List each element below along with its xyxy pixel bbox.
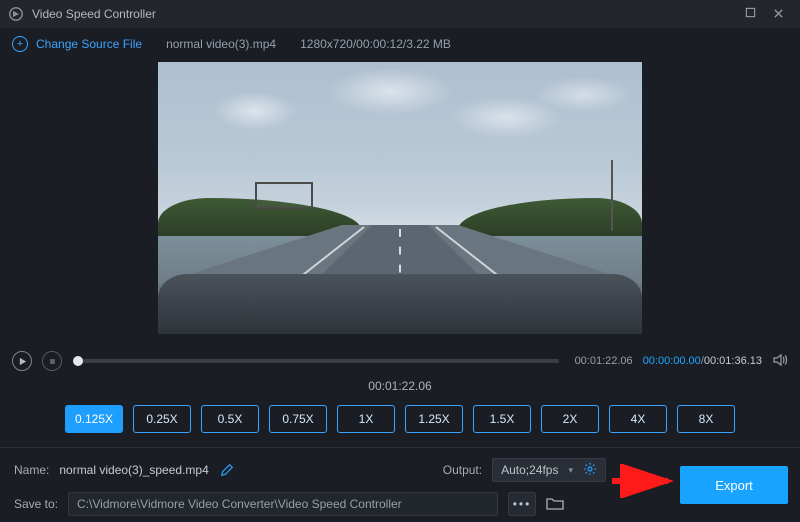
app-logo-icon [8, 6, 24, 22]
window-title: Video Speed Controller [32, 7, 736, 21]
source-fileinfo: 1280x720/00:00:12/3.22 MB [300, 37, 451, 51]
speed-0-5x[interactable]: 0.5X [201, 405, 259, 433]
seek-knob[interactable] [73, 356, 83, 366]
speed-4x[interactable]: 4X [609, 405, 667, 433]
source-bar: + Change Source File normal video(3).mp4… [0, 28, 800, 60]
output-format-value: Auto;24fps [501, 463, 558, 477]
time-current: 00:01:22.06 [575, 355, 633, 367]
speed-1x[interactable]: 1X [337, 405, 395, 433]
plus-circle-icon: + [12, 36, 28, 52]
chevron-down-icon: ▾ [568, 465, 573, 476]
video-preview[interactable] [158, 62, 642, 334]
rename-button[interactable] [219, 462, 235, 478]
time-total: 00:01:36.13 [704, 355, 762, 367]
open-folder-button[interactable] [546, 496, 566, 513]
source-filename: normal video(3).mp4 [166, 37, 276, 51]
speed-0-25x[interactable]: 0.25X [133, 405, 191, 433]
browse-more-button[interactable]: ••• [508, 492, 536, 516]
volume-icon[interactable] [772, 352, 788, 371]
save-path-value: C:\Vidmore\Vidmore Video Converter\Video… [77, 497, 402, 511]
save-path-field[interactable]: C:\Vidmore\Vidmore Video Converter\Video… [68, 492, 498, 516]
name-label: Name: [14, 463, 49, 477]
stop-button[interactable] [42, 351, 62, 371]
speed-8x[interactable]: 8X [677, 405, 735, 433]
preview-timestamp: 00:01:22.06 [0, 377, 800, 399]
output-label: Output: [443, 463, 482, 477]
playback-bar: 00:01:22.06 00:00:00.00/00:01:36.13 [0, 345, 800, 377]
output-settings-button[interactable] [583, 462, 597, 479]
titlebar: Video Speed Controller [0, 0, 800, 28]
save-to-label: Save to: [14, 497, 58, 511]
export-button[interactable]: Export [680, 466, 788, 504]
window-close-button[interactable] [764, 6, 792, 22]
seek-slider[interactable] [78, 359, 559, 363]
output-format-select[interactable]: Auto;24fps ▾ [492, 458, 606, 482]
speed-0-75x[interactable]: 0.75X [269, 405, 327, 433]
speed-0-125x[interactable]: 0.125X [65, 405, 123, 433]
window-maximize-button[interactable] [736, 7, 764, 21]
speed-row: 0.125X 0.25X 0.5X 0.75X 1X 1.25X 1.5X 2X 4X 8X [0, 399, 800, 447]
play-button[interactable] [12, 351, 32, 371]
speed-1-25x[interactable]: 1.25X [405, 405, 463, 433]
speed-1-5x[interactable]: 1.5X [473, 405, 531, 433]
output-filename: normal video(3)_speed.mp4 [59, 463, 208, 477]
change-source-button[interactable]: + Change Source File [12, 36, 142, 52]
annotation-arrow-icon [610, 464, 680, 498]
change-source-label: Change Source File [36, 37, 142, 51]
speed-2x[interactable]: 2X [541, 405, 599, 433]
video-preview-area [0, 60, 800, 345]
time-start: 00:00:00.00 [643, 355, 701, 367]
